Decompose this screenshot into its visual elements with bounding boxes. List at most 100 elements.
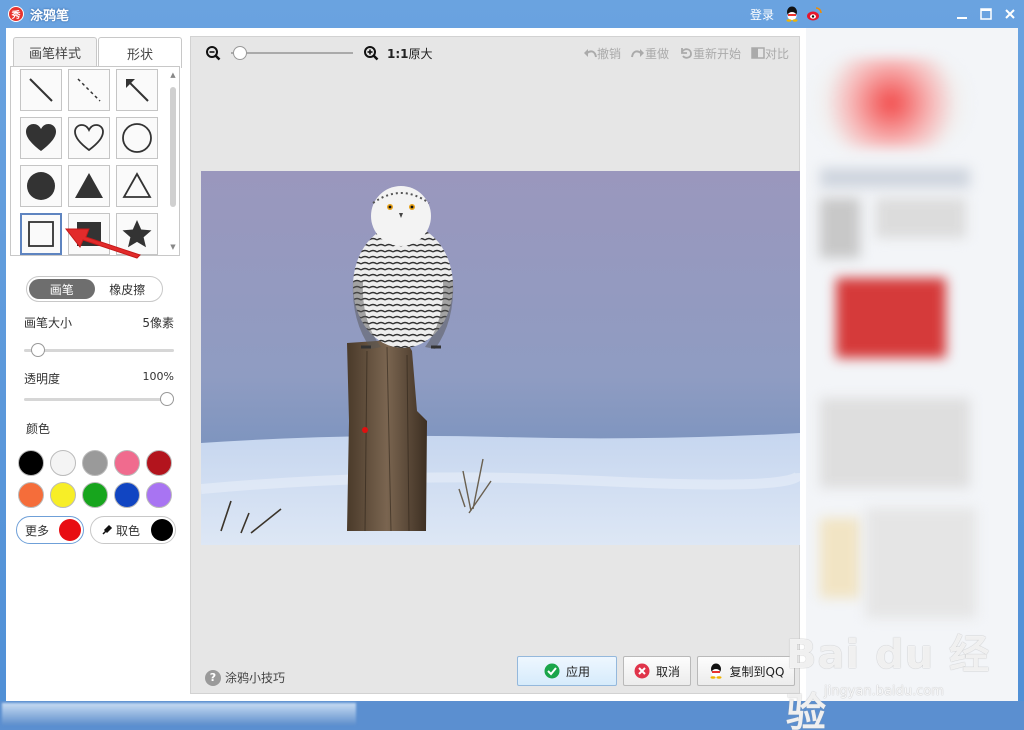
opacity-label: 透明度 [24, 372, 61, 386]
cancel-icon [634, 663, 650, 679]
color-swatch[interactable] [18, 482, 44, 508]
line-icon [29, 78, 53, 102]
brush-size-row: 画笔大小 5像素 [24, 314, 174, 331]
shape-line[interactable] [20, 69, 62, 111]
editor-toolbar: 1:1原大 撤销 重做 重新开始 对比 [191, 37, 799, 69]
baidu-jingyan-watermark: Bai du 经验 jingyan.baidu.com [786, 622, 1024, 730]
window-title: 涂鸦笔 [30, 8, 70, 24]
shape-triangle-outline[interactable] [116, 165, 158, 207]
color-swatch[interactable] [82, 482, 108, 508]
color-swatch[interactable] [146, 450, 172, 476]
dashed-line-icon [77, 78, 101, 102]
ad-content-block [820, 398, 970, 488]
apply-button[interactable]: 应用 [517, 656, 617, 686]
close-button[interactable] [1000, 5, 1020, 23]
shape-heart-filled[interactable] [20, 117, 62, 159]
zoom-in-icon[interactable] [363, 45, 379, 61]
more-colors-label: 更多 [25, 523, 50, 538]
taskbar-item[interactable] [2, 703, 356, 725]
minimize-button[interactable] [952, 5, 972, 23]
zoom-slider[interactable] [231, 46, 353, 60]
zoom-track [231, 52, 353, 54]
undo-icon [583, 49, 597, 58]
shape-circle-filled[interactable] [20, 165, 62, 207]
apply-label: 应用 [565, 664, 590, 679]
drawing-tips-link[interactable]: ? 涂鸦小技巧 [205, 669, 285, 686]
tips-label: 涂鸦小技巧 [225, 671, 286, 685]
brush-size-knob[interactable] [30, 343, 45, 357]
color-swatch[interactable] [146, 482, 172, 508]
scroll-up-icon[interactable]: ▲ [169, 71, 177, 79]
ad-product-image [836, 278, 946, 358]
ad-thumb [820, 518, 860, 598]
scroll-down-icon[interactable]: ▼ [169, 243, 177, 251]
close-icon [1005, 9, 1015, 19]
weibo-icon[interactable] [806, 6, 822, 22]
shape-circle-outline[interactable] [116, 117, 158, 159]
maximize-button[interactable] [976, 5, 996, 23]
square-outline-icon [28, 221, 54, 247]
compare-button[interactable]: 对比 [751, 45, 789, 62]
qq-icon[interactable] [784, 6, 800, 22]
undo-button[interactable]: 撤销 [583, 45, 621, 62]
shape-heart-outline[interactable] [68, 117, 110, 159]
tab-brush-style[interactable]: 画笔样式 [13, 37, 97, 67]
ad-banner [816, 58, 966, 148]
tool-panel: 画笔样式 形状 ▲ ▼ 画笔 橡皮擦 画笔大小 5像素 透明度 100% 颜色 … [6, 28, 188, 701]
brush-eraser-toggle: 画笔 橡皮擦 [26, 276, 163, 302]
shape-arrow[interactable] [116, 69, 158, 111]
brush-size-slider[interactable] [24, 343, 174, 357]
eyedropper-icon [102, 524, 113, 535]
circle-outline-icon [122, 123, 152, 153]
redo-button[interactable]: 重做 [630, 45, 669, 62]
shape-triangle-filled[interactable] [68, 165, 110, 207]
color-picker-button[interactable]: 取色 [90, 516, 176, 544]
brush-size-value: 5像素 [142, 316, 174, 330]
copy-to-qq-button[interactable]: 复制到QQ [697, 656, 795, 686]
shape-dashed-line[interactable] [68, 69, 110, 111]
opacity-slider[interactable] [24, 392, 174, 406]
ad-text-block [820, 168, 970, 188]
zoom-label: 原大 [408, 46, 433, 61]
restart-button[interactable]: 重新开始 [679, 45, 741, 62]
zoom-out-icon[interactable] [205, 45, 221, 61]
scroll-thumb[interactable] [170, 87, 176, 207]
more-colors-button[interactable]: 更多 [16, 516, 84, 544]
color-swatch[interactable] [82, 450, 108, 476]
red-pointer-arrow-icon [64, 228, 141, 259]
color-swatch[interactable] [18, 450, 44, 476]
shape-scrollbar[interactable]: ▲ ▼ [169, 71, 177, 251]
eraser-mode-button[interactable]: 橡皮擦 [95, 279, 161, 299]
client-area: 画笔样式 形状 ▲ ▼ 画笔 橡皮擦 画笔大小 5像素 透明度 100% 颜色 … [6, 28, 1018, 701]
shape-square-outline[interactable] [20, 213, 62, 255]
login-link[interactable]: 登录 [750, 6, 774, 23]
color-swatch[interactable] [114, 450, 140, 476]
color-swatch[interactable] [50, 450, 76, 476]
title-bar[interactable]: 秀 涂鸦笔 登录 [0, 0, 1024, 28]
color-swatch[interactable] [50, 482, 76, 508]
actual-size-button[interactable]: 1:1原大 [387, 45, 433, 62]
opacity-knob[interactable] [160, 392, 174, 406]
drawing-canvas[interactable] [201, 171, 800, 545]
heart-outline-icon [74, 124, 104, 152]
color-swatches [18, 450, 172, 508]
tab-shapes[interactable]: 形状 [98, 37, 182, 68]
checkmark-icon [544, 663, 560, 679]
zoom-knob[interactable] [233, 46, 247, 60]
redo-label: 重做 [644, 46, 669, 61]
opacity-track [24, 398, 174, 401]
copy-to-qq-label: 复制到QQ [729, 664, 785, 679]
compare-icon [751, 47, 765, 59]
color-swatch[interactable] [114, 482, 140, 508]
brush-mode-button[interactable]: 画笔 [29, 279, 95, 299]
brush-size-label: 画笔大小 [24, 316, 73, 330]
circle-filled-icon [27, 172, 55, 200]
triangle-outline-icon [122, 172, 152, 198]
minimize-icon [957, 17, 967, 19]
qq-penguin-icon [710, 663, 722, 679]
restart-label: 重新开始 [692, 46, 741, 61]
cancel-button[interactable]: 取消 [623, 656, 691, 686]
colors-label: 颜色 [26, 422, 51, 436]
current-color-dot [59, 519, 81, 541]
editor-area: 1:1原大 撤销 重做 重新开始 对比 ? 涂鸦小技巧 应用 取消 复制到QQ [190, 36, 800, 694]
